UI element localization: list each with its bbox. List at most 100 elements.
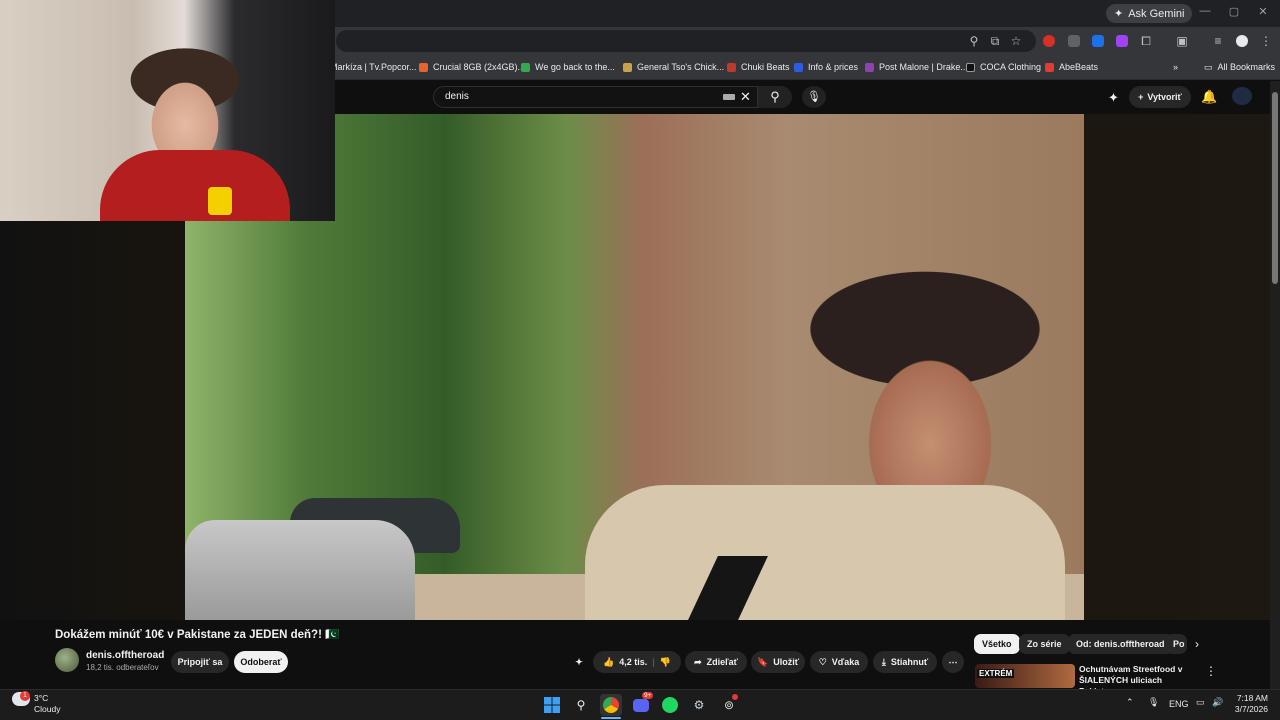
more-actions-icon[interactable]: ⋯ xyxy=(942,651,964,673)
chips-next-chevron-icon[interactable]: › xyxy=(1195,637,1199,651)
close-window-icon[interactable]: ✕ xyxy=(1254,5,1272,21)
bookmark-item[interactable]: General Tso's Chick... xyxy=(623,60,724,74)
bookmark-favicon-icon xyxy=(794,62,803,72)
extension-purple-icon[interactable] xyxy=(1116,35,1128,47)
save-button[interactable]: 🔖 Uložiť xyxy=(751,651,805,673)
bookmark-icon: 🔖 xyxy=(756,656,769,667)
bookmark-item[interactable]: Info & prices xyxy=(794,60,858,74)
bookmark-item[interactable]: AbeBeats xyxy=(1045,60,1098,74)
account-avatar[interactable] xyxy=(1232,87,1252,105)
like-dislike-group[interactable]: 👍 4,2 tis. | 👎 xyxy=(593,651,681,673)
thumbs-up-icon[interactable]: 👍 xyxy=(603,657,614,668)
all-bookmarks-folder[interactable]: ▭ All Bookmarks xyxy=(1204,60,1275,74)
ask-gemini-button[interactable]: ✦ Ask Gemini xyxy=(1106,4,1193,23)
profile-avatar[interactable] xyxy=(1236,35,1248,47)
extension-grey-icon[interactable] xyxy=(1068,35,1080,47)
minimize-icon[interactable]: — xyxy=(1196,5,1214,21)
menu-dots-icon[interactable]: ⋮ xyxy=(1258,33,1274,49)
clock-date[interactable]: 3/7/2026 xyxy=(1230,704,1268,714)
webcam-overlay-detail xyxy=(100,150,290,221)
search-input[interactable]: denis xyxy=(433,86,758,108)
page-scrollbar-thumb[interactable] xyxy=(1272,92,1278,284)
bookmark-star-icon[interactable]: ☆ xyxy=(1008,33,1024,49)
chrome-logo-icon xyxy=(603,697,619,713)
thanks-label: Vďaka xyxy=(831,657,860,667)
extensions-puzzle-icon[interactable]: ⧠ xyxy=(1138,33,1154,49)
taskbar-search-icon[interactable]: ⚲ xyxy=(570,694,592,716)
address-bar[interactable] xyxy=(336,30,1036,52)
like-count: 4,2 tis. xyxy=(619,657,648,667)
bookmark-item[interactable]: Crucial 8GB (2x4GB)... xyxy=(419,60,525,74)
thanks-heart-icon: ♡ xyxy=(818,656,827,667)
thumbnail-text: EXTRÉM xyxy=(977,669,1015,678)
weather-badge: 1 xyxy=(20,691,30,701)
folder-icon: ▭ xyxy=(1204,61,1213,72)
volume-icon[interactable]: 🔊 xyxy=(1212,697,1223,708)
chip-series[interactable]: Zo série xyxy=(1019,634,1070,654)
weather-desc[interactable]: Cloudy xyxy=(34,704,60,714)
recommendation-thumbnail[interactable]: EXTRÉM xyxy=(975,664,1075,688)
active-app-indicator xyxy=(601,717,621,719)
discord-logo-icon xyxy=(633,698,649,712)
chrome-icon[interactable] xyxy=(600,694,622,716)
microphone-icon[interactable]: 🎙 xyxy=(802,86,826,108)
chip-partial[interactable]: Po xyxy=(1165,634,1187,654)
bookmark-favicon-icon xyxy=(727,62,736,72)
channel-name[interactable]: denis.offtheroad xyxy=(86,650,164,661)
thanks-button[interactable]: ♡ Vďaka xyxy=(810,651,868,673)
bookmark-item[interactable]: COCA Clothing xyxy=(966,60,1041,74)
clock-time[interactable]: 7:18 AM xyxy=(1236,693,1268,703)
more-bookmarks-chevron-icon[interactable]: » xyxy=(1173,60,1178,74)
zoom-icon[interactable]: ⚲ xyxy=(966,33,982,49)
maximize-icon[interactable]: ▢ xyxy=(1225,5,1243,21)
create-button[interactable]: + Vytvoriť xyxy=(1129,86,1191,108)
spotify-icon[interactable] xyxy=(659,694,681,716)
ai-sparkle-icon[interactable]: ✦ xyxy=(569,651,589,673)
chip-from-channel[interactable]: Od: denis.offtheroad xyxy=(1068,634,1173,654)
extension-red-icon[interactable] xyxy=(1043,35,1055,47)
windows-logo-icon xyxy=(544,697,560,713)
unsubscribe-button[interactable]: Odoberať xyxy=(234,651,288,673)
notifications-bell-icon[interactable]: 🔔 xyxy=(1201,89,1217,105)
bookmark-label: Post Malone | Drake... xyxy=(879,62,968,72)
video-title: Dokážem minúť 10€ v Pakistane za JEDEN d… xyxy=(55,629,340,641)
bookmark-label: Crucial 8GB (2x4GB)... xyxy=(433,62,526,72)
download-button[interactable]: ⤓ Stiahnuť xyxy=(873,651,937,673)
bookmark-favicon-icon xyxy=(865,62,874,72)
discord-badge: 9+ xyxy=(642,692,654,699)
recommendation-menu-icon[interactable]: ⋮ xyxy=(1205,664,1217,678)
bookmark-favicon-icon xyxy=(1045,62,1054,72)
divider: | xyxy=(652,657,655,667)
network-icon[interactable]: ▭ xyxy=(1196,697,1205,708)
bookmark-item[interactable]: We go back to the... xyxy=(521,60,615,74)
ferrari-logo-icon xyxy=(208,187,232,215)
split-view-icon[interactable]: ▣ xyxy=(1174,33,1190,49)
weather-temp[interactable]: 3°C xyxy=(34,693,48,703)
ai-sparkle-icon[interactable]: ✦ xyxy=(1108,90,1119,106)
reading-list-icon[interactable]: ≡ xyxy=(1210,33,1226,49)
windows-start-icon[interactable] xyxy=(541,694,563,716)
search-icon[interactable]: ⚲ xyxy=(758,86,792,108)
steam-icon[interactable]: ⚙ xyxy=(688,694,710,716)
share-arrow-icon: ➦ xyxy=(694,656,702,667)
tray-microphone-icon[interactable]: 🎙 xyxy=(1148,697,1159,708)
extension-blue-icon[interactable] xyxy=(1092,35,1104,47)
chip-all[interactable]: Všetko xyxy=(974,634,1020,654)
bookmark-favicon-icon xyxy=(419,62,428,72)
input-language[interactable]: ENG xyxy=(1169,699,1189,709)
join-button[interactable]: Pripojiť sa xyxy=(171,651,229,673)
tray-chevron-icon[interactable]: ⌃ xyxy=(1126,697,1134,708)
channel-avatar[interactable] xyxy=(55,648,79,672)
bookmark-item[interactable]: Markíza | Tv.Popcor... xyxy=(330,60,417,74)
bookmark-item[interactable]: Post Malone | Drake... xyxy=(865,60,968,74)
share-button[interactable]: ➦ Zdieľať xyxy=(685,651,747,673)
ask-gemini-label: Ask Gemini xyxy=(1128,7,1185,20)
keyboard-icon[interactable] xyxy=(723,94,735,100)
bookmark-item[interactable]: Chuki Beats xyxy=(727,60,790,74)
bookmark-label: Chuki Beats xyxy=(741,62,790,72)
gemini-sparkle-icon: ✦ xyxy=(1114,8,1124,20)
thumbs-down-icon[interactable]: 👎 xyxy=(660,657,671,668)
clear-search-icon[interactable]: ✕ xyxy=(740,89,751,105)
install-app-icon[interactable]: ⧉ xyxy=(987,33,1003,49)
download-label: Stiahnuť xyxy=(890,657,929,667)
